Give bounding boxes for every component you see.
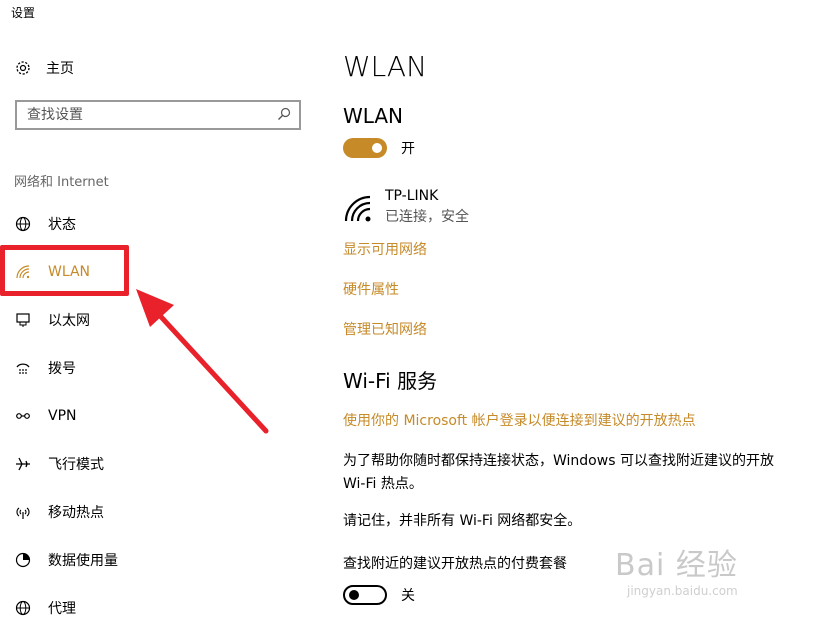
paid-plans-toggle-label: 关 xyxy=(401,588,415,604)
sidebar-item-label: 状态 xyxy=(48,217,76,233)
search-input[interactable] xyxy=(25,106,277,124)
search-box[interactable] xyxy=(15,100,301,130)
sidebar-item-label: 代理 xyxy=(48,601,76,617)
annotation-highlight-box xyxy=(0,245,129,296)
window-title: 设置 xyxy=(11,6,36,20)
baidu-watermark: Bai 经验 jingyan.baidu.com xyxy=(615,540,738,598)
connected-network[interactable]: TP-LINK 已连接，安全 xyxy=(343,188,469,228)
sidebar-item-label: 移动热点 xyxy=(48,505,104,521)
page-title: WLAN xyxy=(343,50,428,83)
wifi-services-heading: Wi-Fi 服务 xyxy=(343,369,438,393)
sidebar-section-title: 网络和 Internet xyxy=(14,175,109,190)
wlan-toggle[interactable] xyxy=(343,138,387,158)
hotspot-icon xyxy=(14,503,32,521)
sidebar-home[interactable]: 主页 xyxy=(14,58,74,78)
wifi-signal-icon xyxy=(343,194,373,228)
dialup-icon xyxy=(14,359,32,377)
wifi-security-warning: 请记住，并非所有 Wi-Fi 网络都安全。 xyxy=(343,513,582,529)
search-icon[interactable] xyxy=(277,106,291,125)
annotation-arrow xyxy=(136,289,269,434)
wlan-toggle-label: 开 xyxy=(401,141,415,157)
hardware-properties-link[interactable]: 硬件属性 xyxy=(343,279,399,299)
sidebar-item-mobile-hotspot[interactable]: 移动热点 xyxy=(0,488,300,536)
sidebar-item-status[interactable]: 状态 xyxy=(0,200,300,248)
sidebar-item-label: 飞行模式 xyxy=(48,457,104,473)
wifi-services-description: 为了帮助你随时都保持连接状态，Windows 可以查找附近建议的开放 Wi-Fi… xyxy=(343,453,774,492)
microsoft-signin-link[interactable]: 使用你的 Microsoft 帐户登录以便连接到建议的开放热点 xyxy=(343,410,696,430)
sidebar-item-proxy[interactable]: 代理 xyxy=(0,584,300,632)
show-available-networks-link[interactable]: 显示可用网络 xyxy=(343,239,427,259)
home-label: 主页 xyxy=(46,61,74,77)
proxy-globe-icon xyxy=(14,599,32,617)
sidebar-item-label: 以太网 xyxy=(48,313,90,329)
paid-plans-toggle-row: 关 xyxy=(343,585,415,605)
globe-icon xyxy=(14,215,32,233)
manage-known-networks-link[interactable]: 管理已知网络 xyxy=(343,319,427,339)
wlan-toggle-row: 开 xyxy=(343,138,415,158)
ethernet-icon xyxy=(14,311,32,329)
network-status: 已连接，安全 xyxy=(385,209,469,225)
sidebar-item-airplane-mode[interactable]: 飞行模式 xyxy=(0,440,300,488)
sidebar-item-data-usage[interactable]: 数据使用量 xyxy=(0,536,300,584)
vpn-icon xyxy=(14,407,32,425)
wlan-heading: WLAN xyxy=(343,104,404,128)
data-usage-icon xyxy=(14,551,32,569)
airplane-icon xyxy=(14,455,32,473)
sidebar-item-label: 数据使用量 xyxy=(48,553,118,569)
paid-plans-toggle[interactable] xyxy=(343,585,387,605)
watermark-url: jingyan.baidu.com xyxy=(627,584,738,598)
gear-icon xyxy=(14,59,32,77)
watermark-logo-text: Bai 经验 xyxy=(615,548,738,583)
sidebar-item-label: VPN xyxy=(48,408,77,424)
network-name: TP-LINK xyxy=(385,188,439,204)
sidebar-item-label: 拨号 xyxy=(48,361,76,377)
